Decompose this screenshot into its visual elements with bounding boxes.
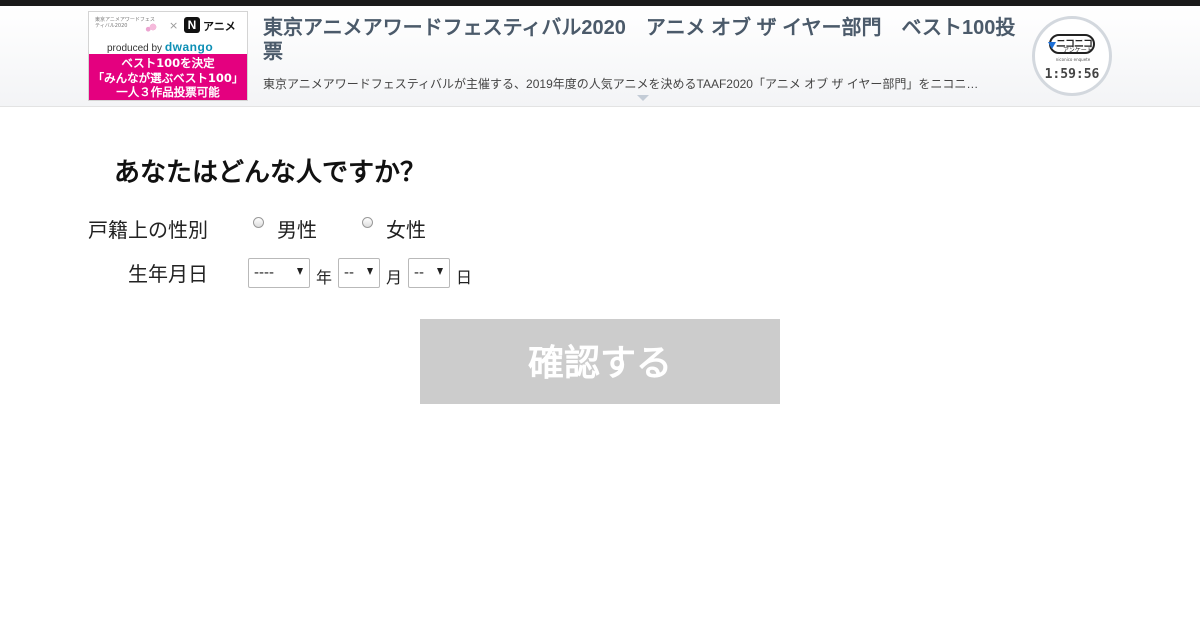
sparkle-icon — [141, 16, 165, 38]
month-select[interactable]: -- — [338, 258, 380, 288]
day-select[interactable]: -- — [408, 258, 450, 288]
radio-female[interactable] — [362, 217, 373, 228]
select-arrow-icon — [297, 268, 303, 275]
banner-line-2: 「みんなが選ぶベスト100」 — [92, 70, 244, 85]
month-select-value: -- — [344, 264, 354, 281]
select-arrow-icon — [367, 268, 373, 275]
question-heading: あなたはどんな人ですか？ — [114, 157, 427, 187]
radio-male[interactable] — [253, 217, 264, 228]
radio-female-label[interactable]: 女性 — [386, 214, 426, 243]
survey-title: 東京アニメアワードフェスティバル2020 アニメ オブ ザ イヤー部門 ベスト1… — [263, 17, 1016, 63]
banner-line-1: ベスト100を決定 — [121, 56, 215, 70]
countdown-timer: ニコニコ アンケート niconico enquete 1:59:56 — [1032, 16, 1112, 96]
day-unit: 日 — [456, 270, 473, 287]
dwango-logo: dwango — [164, 40, 214, 54]
n-anime-logo-icon: N — [184, 17, 200, 33]
chevron-down-icon[interactable] — [637, 95, 649, 101]
select-arrow-icon — [437, 268, 443, 275]
nico-logo-subtext: アンケート — [1063, 47, 1093, 54]
campaign-banner[interactable]: 東京アニメアワードフェスティバル2020 × N アニメ produced by… — [88, 11, 248, 101]
nico-check-mark — [1048, 42, 1056, 49]
year-select-value: ---- — [254, 264, 274, 281]
n-anime-logo-text: アニメ — [203, 20, 236, 33]
nico-logo-small: niconico enquete — [1055, 57, 1091, 62]
gender-label: 戸籍上の性別 — [88, 220, 208, 242]
produced-by: produced by dwango — [107, 40, 213, 54]
day-select-value: -- — [414, 264, 424, 281]
year-select[interactable]: ---- — [248, 258, 310, 288]
month-unit: 月 — [386, 270, 403, 287]
niconico-enquete-logo-icon: ニコニコ アンケート — [1048, 34, 1097, 58]
survey-header: 東京アニメアワードフェスティバル2020 × N アニメ produced by… — [0, 6, 1200, 107]
remaining-time: 1:59:56 — [1044, 67, 1100, 82]
times-symbol: × — [169, 19, 179, 32]
year-unit: 年 — [316, 270, 333, 287]
banner-pink-panel: ベスト100を決定 「みんなが選ぶベスト100」 一人３作品投票可能 — [89, 54, 247, 100]
birthdate-label: 生年月日 — [128, 264, 208, 286]
radio-male-label[interactable]: 男性 — [277, 214, 317, 243]
produced-by-label: produced by — [107, 43, 163, 54]
banner-logo-area: 東京アニメアワードフェスティバル2020 × N アニメ produced by… — [89, 12, 247, 54]
banner-line-3: 一人３作品投票可能 — [116, 85, 220, 99]
survey-description[interactable]: 東京アニメアワードフェスティバルが主催する、2019年度の人気アニメを決めるTA… — [263, 75, 983, 92]
confirm-button[interactable]: 確認する — [420, 319, 780, 404]
